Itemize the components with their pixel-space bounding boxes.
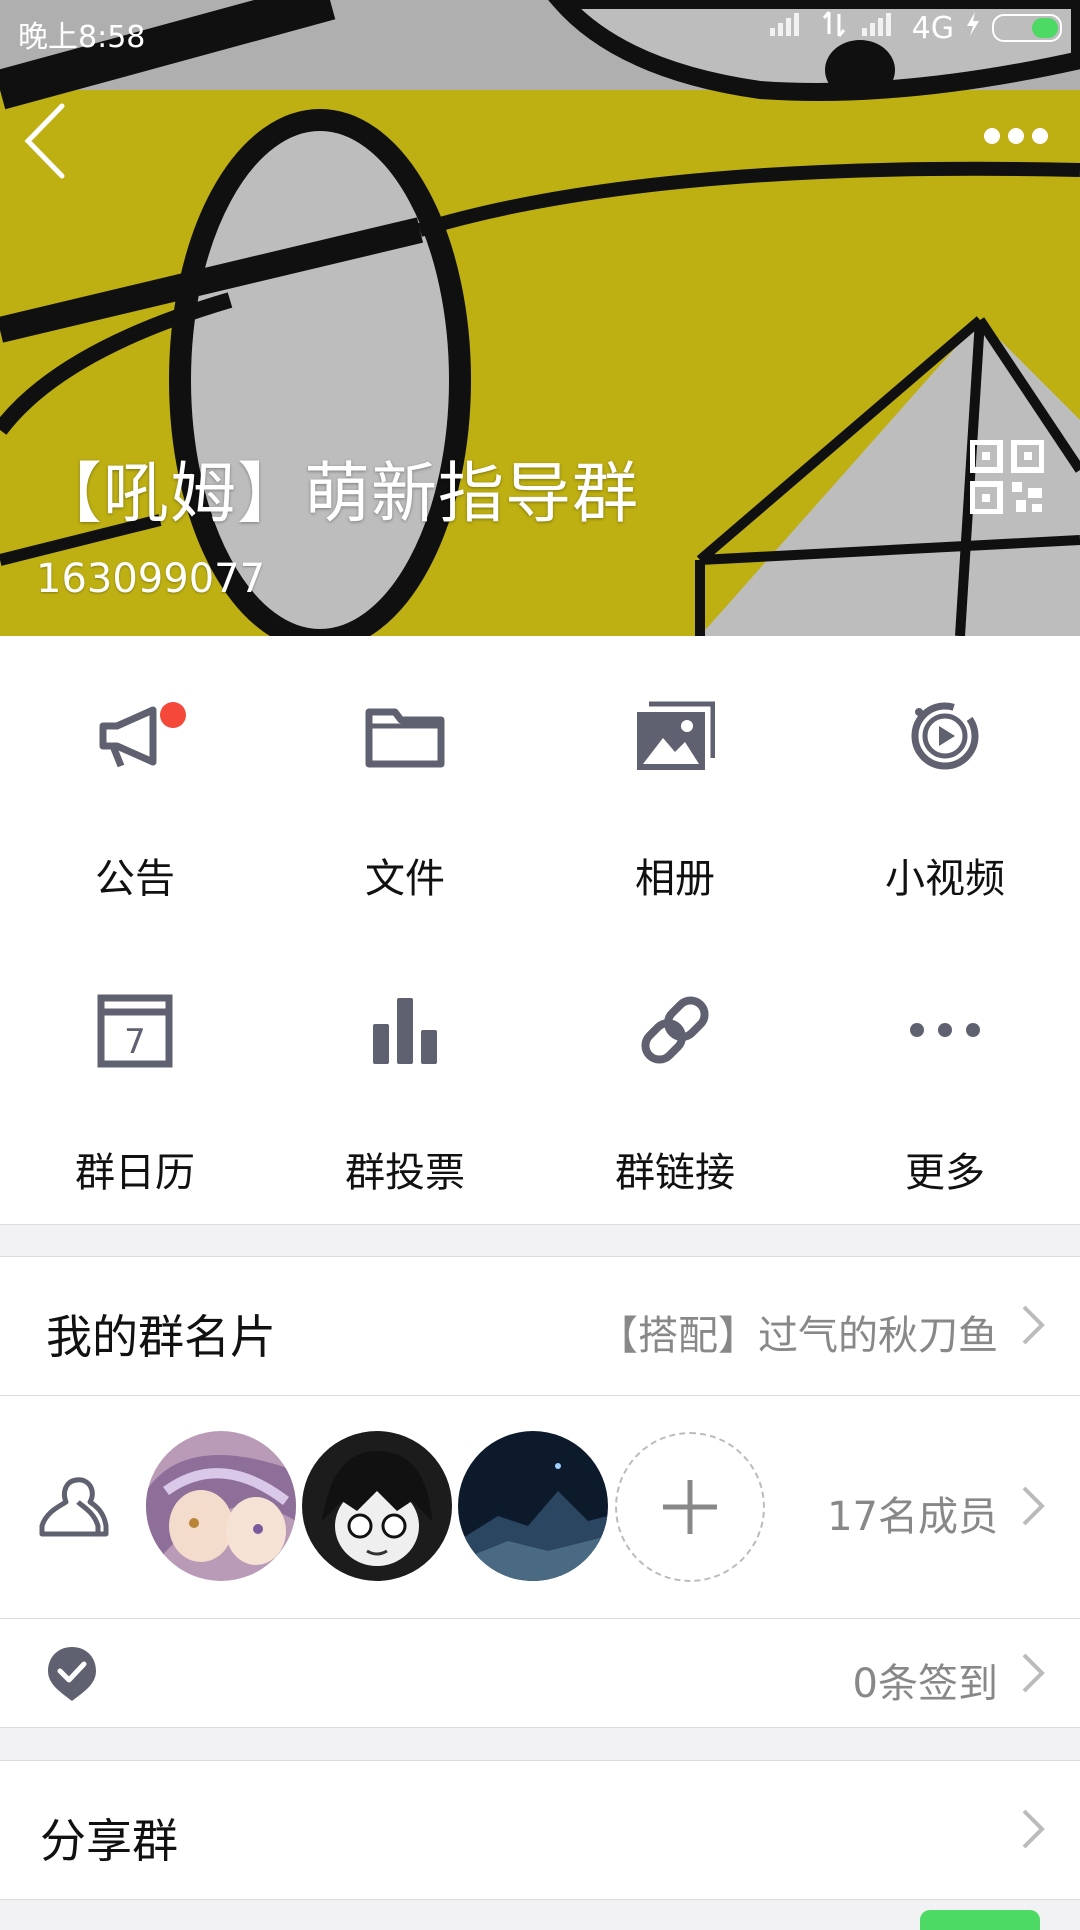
qr-code-button[interactable] [969, 439, 1045, 515]
back-button[interactable] [20, 96, 90, 186]
signal-icon [766, 10, 810, 46]
avatar-image [458, 1431, 608, 1581]
back-arrow-icon [24, 103, 65, 179]
group-card-label: 我的群名片 [46, 1310, 276, 1364]
feature-files[interactable]: 文件 [270, 636, 540, 930]
feature-label: 公告 [95, 856, 175, 902]
feature-album[interactable]: 相册 [540, 636, 810, 930]
checkin-row[interactable]: 0条签到 [0, 1618, 1080, 1728]
signal-icon-2 [858, 10, 902, 46]
plus-icon [663, 1480, 717, 1534]
member-avatar[interactable] [458, 1431, 608, 1581]
feature-short-video[interactable]: 小视频 [810, 636, 1080, 930]
feature-label: 群日历 [75, 1150, 195, 1196]
qr-code-icon [969, 439, 1045, 515]
unread-badge [160, 702, 186, 728]
chevron-right-icon [1022, 1486, 1045, 1526]
status-time: 晚上8:58 [18, 20, 146, 55]
group-header: 晚上8:58 4G 【吼姆】萌新指导群 163099077 [0, 0, 1080, 636]
feature-link[interactable]: 群链接 [540, 930, 810, 1224]
group-cover-image [0, 0, 1080, 636]
status-bar: 晚上8:58 4G [0, 0, 1080, 60]
share-group-label: 分享群 [40, 1814, 178, 1868]
more-dots-icon [910, 1023, 980, 1037]
chevron-right-icon [1022, 1809, 1045, 1849]
checkin-count: 0条签到 [852, 1661, 998, 1707]
more-options-button[interactable] [970, 118, 1060, 158]
member-count: 17名成员 [827, 1494, 998, 1540]
feature-announcement[interactable]: 公告 [0, 636, 270, 930]
feature-calendar[interactable]: 7 群日历 [0, 930, 270, 1224]
feature-more[interactable]: 更多 [810, 930, 1080, 1224]
charging-icon [964, 10, 982, 46]
photo-album-icon [637, 701, 715, 770]
chevron-right-icon [1022, 1653, 1045, 1693]
folder-icon [365, 708, 445, 768]
feature-label: 群投票 [345, 1150, 465, 1196]
members-row[interactable]: 17名成员 [0, 1395, 1080, 1619]
feature-label: 群链接 [615, 1150, 735, 1196]
status-indicators: 4G [766, 10, 1062, 46]
feature-label: 相册 [635, 856, 715, 902]
share-group-row[interactable]: 分享群 [0, 1760, 1080, 1900]
feature-label: 文件 [365, 856, 445, 902]
calendar-day: 7 [124, 1022, 146, 1062]
feature-label: 小视频 [885, 856, 1005, 902]
members-icon [39, 1477, 109, 1537]
feature-vote[interactable]: 群投票 [270, 930, 540, 1224]
group-name: 【吼姆】萌新指导群 [36, 455, 639, 532]
group-function-grid: 公告 文件 相册 小视频 7 群日历 群投票 群链接 更多 [0, 636, 1080, 1225]
avatar-image [146, 1431, 296, 1581]
my-group-card-row[interactable]: 我的群名片 【搭配】过气的秋刀鱼 [0, 1256, 1080, 1396]
group-card-value: 【搭配】过气的秋刀鱼 [598, 1313, 998, 1359]
add-member-button[interactable] [615, 1432, 765, 1582]
battery-icon [992, 14, 1062, 42]
feature-label: 更多 [905, 1150, 985, 1196]
data-transfer-icon [820, 10, 848, 46]
checkin-icon [48, 1647, 96, 1701]
member-avatar[interactable] [302, 1431, 452, 1581]
group-id: 163099077 [36, 556, 266, 602]
more-dots-icon [984, 128, 1048, 144]
short-video-icon [911, 702, 979, 770]
avatar-image [302, 1431, 452, 1581]
link-icon [641, 996, 709, 1064]
network-type: 4G [911, 10, 954, 46]
bar-chart-icon [373, 998, 437, 1064]
member-avatar[interactable] [146, 1431, 296, 1581]
calendar-icon: 7 [97, 994, 173, 1068]
toggle-switch-partial[interactable] [920, 1910, 1040, 1930]
chevron-right-icon [1022, 1305, 1045, 1345]
